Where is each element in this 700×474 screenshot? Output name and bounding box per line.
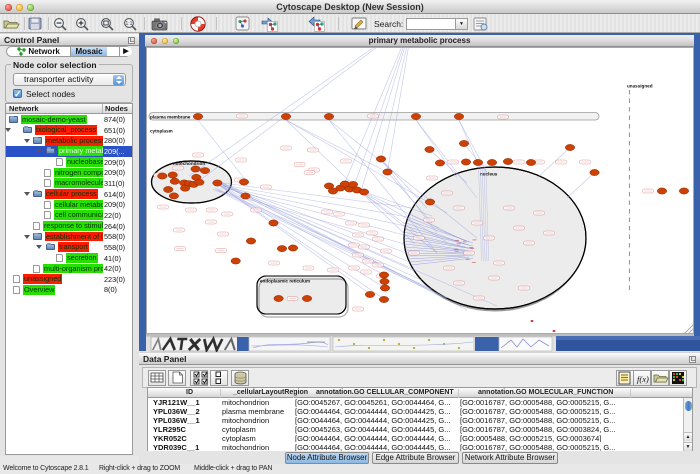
svg-text:mitochondrion: mitochondrion xyxy=(173,161,205,166)
svg-text:f(x): f(x) xyxy=(637,374,649,384)
svg-text:cytoplasm: cytoplasm xyxy=(150,129,173,134)
svg-text:endoplasmic reticulum: endoplasmic reticulum xyxy=(260,279,310,284)
svg-text:unassigned: unassigned xyxy=(627,84,653,89)
svg-text:1:1: 1:1 xyxy=(126,21,133,27)
svg-text:plasma membrane: plasma membrane xyxy=(150,115,191,120)
